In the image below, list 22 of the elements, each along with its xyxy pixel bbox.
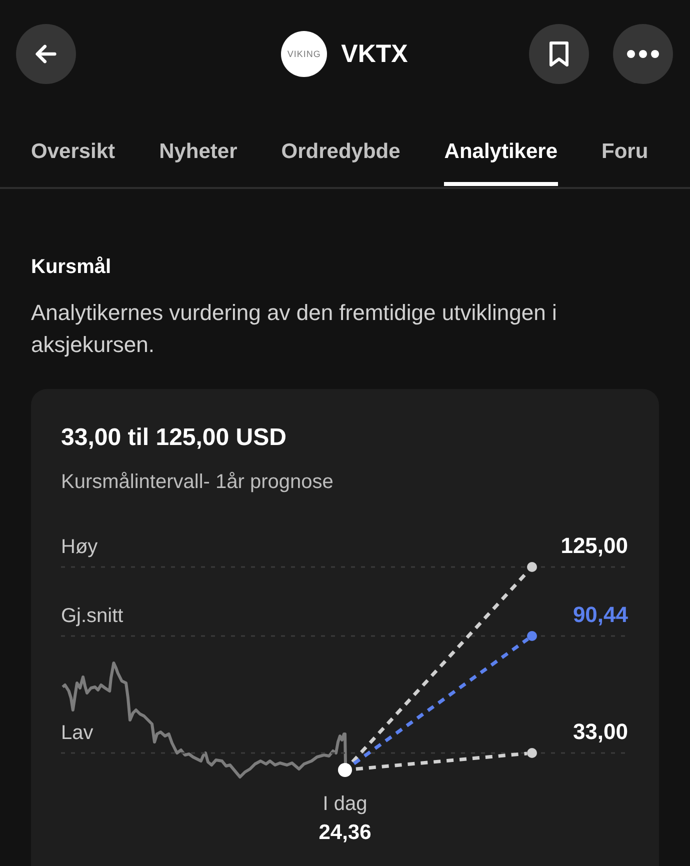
today-label: I dag — [322, 793, 368, 815]
target-label: Høy — [61, 536, 98, 558]
tab[interactable]: Ordredybde — [281, 140, 400, 186]
target-label: Gj.snitt — [61, 605, 124, 627]
target-value: 90,44 — [572, 602, 628, 627]
card-subtitle: Kursmålintervall- 1år prognose — [61, 470, 334, 495]
target-value: 125,00 — [560, 533, 628, 558]
price-target-range: 33,00 til 125,00 USD — [61, 423, 288, 453]
today-price: 24,36 — [318, 821, 372, 844]
section-description: Analytikernes vurdering av den fremtidige utviklingen i aksjekursen. — [31, 299, 558, 359]
target-value: 33,00 — [572, 719, 628, 744]
section-title: Kursmål — [31, 255, 112, 280]
tab[interactable]: Analytikere — [444, 140, 558, 186]
more-icon — [627, 50, 659, 58]
tab[interactable]: Foru — [602, 140, 648, 186]
tab[interactable]: Nyheter — [159, 140, 238, 186]
today-dot-icon — [338, 763, 352, 777]
target-label: Lav — [61, 722, 94, 744]
company-logo: VIKING — [281, 31, 328, 77]
tab[interactable]: Oversikt — [31, 140, 116, 186]
ticker-title: VKTX — [341, 40, 408, 68]
bookmark-icon — [549, 41, 569, 67]
